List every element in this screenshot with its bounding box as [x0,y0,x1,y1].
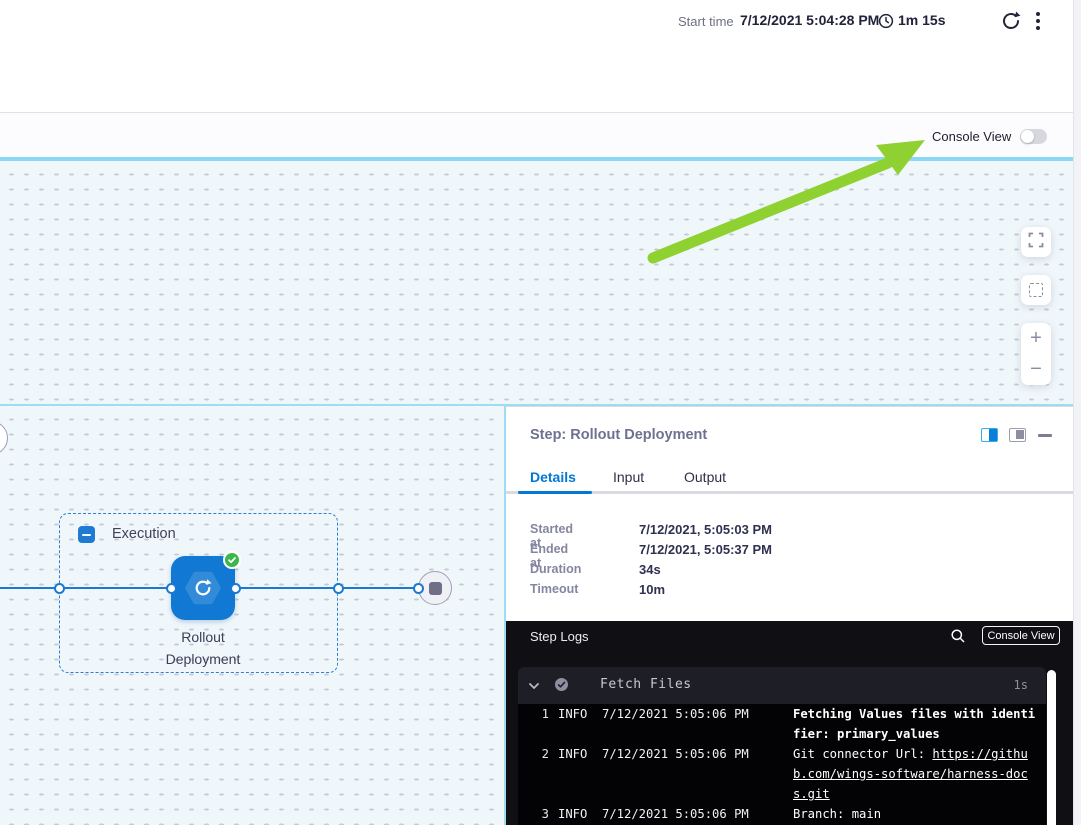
check-circle-icon [554,677,569,697]
log-row: 3 INFO 7/12/2021 5:05:06 PM Branch: main [518,804,1046,824]
zoom-out-icon: − [1030,358,1042,381]
node-refresh-icon [191,576,215,605]
connector-dot [166,583,177,594]
console-view-button[interactable]: Console View [982,626,1060,645]
connector-dot [333,583,344,594]
refresh-button[interactable] [999,9,1023,33]
step-logs-section: Step Logs Console View Fetch Files 1s [506,621,1073,825]
split-view-icon[interactable] [981,428,998,442]
start-time-label: Start time [678,14,734,29]
execution-group-label: Execution [112,526,176,542]
node-label: Rollout Deployment [133,626,273,670]
marquee-select-button[interactable] [1021,275,1051,305]
elapsed-time: 1m 15s [898,12,945,28]
step-logs-title: Step Logs [530,629,589,644]
tab-details[interactable]: Details [530,469,576,485]
log-group: Fetch Files 1s 1 INFO 7/12/2021 5:05:06 … [518,667,1046,825]
log-group-title: Fetch Files [600,677,692,692]
tab-input[interactable]: Input [613,469,644,485]
chevron-down-icon [528,679,540,697]
view-toolbar [0,113,1073,157]
minimize-button[interactable] [1038,434,1052,437]
step-details-panel: Step: Rollout Deployment Details Input O… [506,406,1073,825]
log-row: 2 INFO 7/12/2021 5:05:06 PM Git connecto… [518,744,1046,804]
log-scrollbar[interactable] [1047,670,1056,825]
zoom-controls: + − [1021,323,1051,385]
start-time-value: 7/12/2021 5:04:28 PM [740,12,879,28]
connector-dot [413,583,424,594]
panel-title: Step: Rollout Deployment [530,427,707,443]
fullscreen-icon [1028,232,1044,253]
stop-icon [429,582,442,595]
tab-output[interactable]: Output [684,469,726,485]
fullscreen-button[interactable] [1021,227,1051,257]
collapse-minus-icon [82,534,91,536]
zoom-in-icon: + [1030,327,1042,350]
kebab-menu-icon[interactable] [1029,9,1047,33]
collapse-group-button[interactable] [78,526,95,543]
page-scrollbar-gutter[interactable] [1073,0,1081,825]
clock-icon [878,13,894,29]
console-view-label: Console View [932,129,1011,144]
log-row: 1 INFO 7/12/2021 5:05:06 PM Fetching Val… [518,704,1046,744]
log-group-duration: 1s [1014,678,1028,692]
success-badge-icon [223,551,241,569]
zoom-out-button[interactable]: − [1021,354,1051,385]
zoom-in-button[interactable]: + [1021,323,1051,354]
marquee-select-icon [1029,283,1043,297]
connector-dot [54,583,65,594]
pipeline-execution-page: Start time 7/12/2021 5:04:28 PM 1m 15s C… [0,0,1081,825]
log-entries: 1 INFO 7/12/2021 5:05:06 PM Fetching Val… [518,704,1046,824]
search-icon[interactable] [950,628,966,644]
console-view-toggle[interactable] [1020,129,1047,144]
toggle-knob [1021,130,1034,143]
right-view-icon[interactable] [1009,428,1026,442]
active-tab-underline [518,491,592,495]
log-group-header[interactable]: Fetch Files 1s [518,667,1046,704]
connector-dot [230,583,241,594]
pipeline-canvas-upper[interactable] [0,161,1073,404]
